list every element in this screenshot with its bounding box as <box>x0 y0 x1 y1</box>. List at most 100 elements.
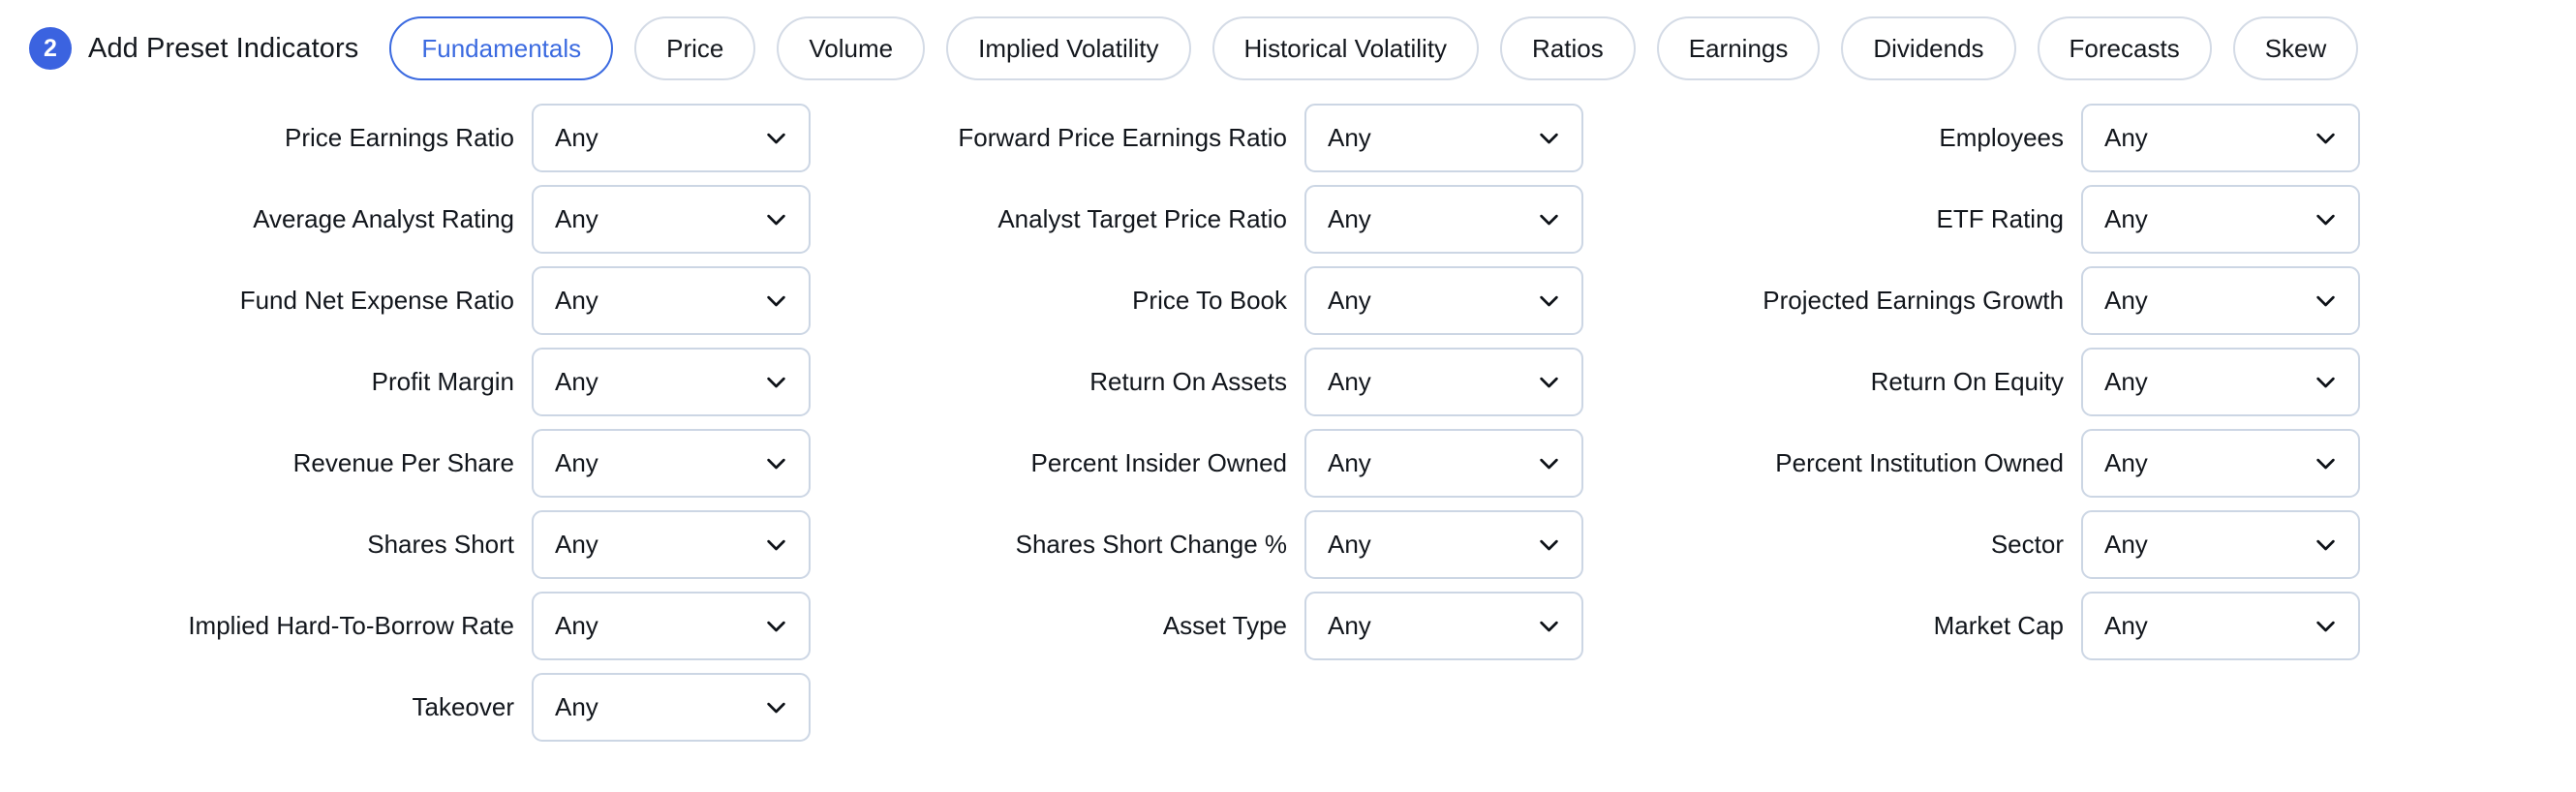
filter-row-analyst-target-price-ratio: Analyst Target Price Ratio Any <box>811 178 1583 259</box>
tab-implied-volatility[interactable]: Implied Volatility <box>946 16 1191 80</box>
chevron-down-icon <box>763 369 789 395</box>
tab-label: Volume <box>809 33 894 63</box>
tab-label: Fundamentals <box>421 33 582 63</box>
filter-select-value-price-to-book: Any <box>1328 286 1371 315</box>
filter-row-employees: Employees Any <box>1583 97 2360 178</box>
filter-row-forward-price-earnings-ratio: Forward Price Earnings Ratio Any <box>811 97 1583 178</box>
filter-label-implied-hard-to-borrow-rate: Implied Hard-To-Borrow Rate <box>188 611 514 640</box>
filter-label-return-on-equity: Return On Equity <box>1870 367 2064 396</box>
filter-column-3: Employees Any ETF Rating Any Projected E… <box>1583 97 2360 747</box>
chevron-down-icon <box>1536 613 1562 639</box>
chevron-down-icon <box>763 613 789 639</box>
filter-label-profit-margin: Profit Margin <box>371 367 514 396</box>
filter-label-return-on-assets: Return On Assets <box>1089 367 1287 396</box>
chevron-down-icon <box>2313 450 2339 476</box>
filter-row-projected-earnings-growth: Projected Earnings Growth Any <box>1583 259 2360 341</box>
filter-select-average-analyst-rating[interactable]: Any <box>532 184 811 254</box>
filter-label-asset-type: Asset Type <box>1162 611 1287 640</box>
filter-select-value-analyst-target-price-ratio: Any <box>1328 204 1371 233</box>
filter-row-percent-insider-owned: Percent Insider Owned Any <box>811 422 1583 503</box>
step-header: 2 Add Preset Indicators Fundamentals Pri… <box>0 0 2576 97</box>
filter-row-return-on-assets: Return On Assets Any <box>811 341 1583 422</box>
tab-forecasts[interactable]: Forecasts <box>2037 16 2212 80</box>
tab-skew[interactable]: Skew <box>2232 16 2359 80</box>
filter-label-shares-short: Shares Short <box>367 530 514 559</box>
filter-row-price-to-book: Price To Book Any <box>811 259 1583 341</box>
filter-select-value-employees: Any <box>2104 123 2148 152</box>
filter-row-profit-margin: Profit Margin Any <box>0 341 811 422</box>
filter-select-projected-earnings-growth[interactable]: Any <box>2081 265 2360 335</box>
filter-row-revenue-per-share: Revenue Per Share Any <box>0 422 811 503</box>
chevron-down-icon <box>763 125 789 151</box>
chevron-down-icon <box>2313 125 2339 151</box>
filter-select-takeover[interactable]: Any <box>532 672 811 742</box>
filter-label-average-analyst-rating: Average Analyst Rating <box>253 204 514 233</box>
filter-row-takeover: Takeover Any <box>0 666 811 747</box>
filter-select-value-shares-short-change: Any <box>1328 530 1371 559</box>
filter-select-analyst-target-price-ratio[interactable]: Any <box>1304 184 1583 254</box>
filter-label-takeover: Takeover <box>412 692 515 721</box>
filter-select-value-etf-rating: Any <box>2104 204 2148 233</box>
filter-label-percent-insider-owned: Percent Insider Owned <box>1030 448 1287 477</box>
filter-label-fund-net-expense-ratio: Fund Net Expense Ratio <box>239 286 514 315</box>
tab-historical-volatility[interactable]: Historical Volatility <box>1211 16 1480 80</box>
chevron-down-icon <box>1536 369 1562 395</box>
filter-select-sector[interactable]: Any <box>2081 509 2360 579</box>
filter-select-percent-insider-owned[interactable]: Any <box>1304 428 1583 498</box>
filter-select-employees[interactable]: Any <box>2081 103 2360 172</box>
step-number-badge: 2 <box>29 27 72 70</box>
tab-fundamentals[interactable]: Fundamentals <box>389 16 614 80</box>
filter-select-etf-rating[interactable]: Any <box>2081 184 2360 254</box>
filter-select-shares-short-change[interactable]: Any <box>1304 509 1583 579</box>
chevron-down-icon <box>1536 450 1562 476</box>
tab-price[interactable]: Price <box>634 16 756 80</box>
filter-row-shares-short: Shares Short Any <box>0 503 811 585</box>
tab-dividends[interactable]: Dividends <box>1841 16 2016 80</box>
filter-select-forward-price-earnings-ratio[interactable]: Any <box>1304 103 1583 172</box>
filter-label-revenue-per-share: Revenue Per Share <box>292 448 514 477</box>
filter-row-etf-rating: ETF Rating Any <box>1583 178 2360 259</box>
filter-select-value-percent-institution-owned: Any <box>2104 448 2148 477</box>
filter-label-employees: Employees <box>1939 123 2064 152</box>
filter-select-percent-institution-owned[interactable]: Any <box>2081 428 2360 498</box>
tab-label: Forecasts <box>2069 33 2180 63</box>
filter-label-price-earnings-ratio: Price Earnings Ratio <box>285 123 514 152</box>
filter-select-value-price-earnings-ratio: Any <box>555 123 598 152</box>
filter-row-market-cap: Market Cap Any <box>1583 585 2360 666</box>
filter-label-projected-earnings-growth: Projected Earnings Growth <box>1763 286 2064 315</box>
filter-select-revenue-per-share[interactable]: Any <box>532 428 811 498</box>
filter-select-shares-short[interactable]: Any <box>532 509 811 579</box>
tab-label: Dividends <box>1873 33 1984 63</box>
filter-select-market-cap[interactable]: Any <box>2081 591 2360 660</box>
filter-select-value-takeover: Any <box>555 692 598 721</box>
filter-column-2: Forward Price Earnings Ratio Any Analyst… <box>811 97 1583 747</box>
chevron-down-icon <box>763 450 789 476</box>
filter-select-value-implied-hard-to-borrow-rate: Any <box>555 611 598 640</box>
filter-select-return-on-assets[interactable]: Any <box>1304 347 1583 416</box>
filter-label-shares-short-change: Shares Short Change % <box>1015 530 1287 559</box>
filter-select-implied-hard-to-borrow-rate[interactable]: Any <box>532 591 811 660</box>
chevron-down-icon <box>2313 532 2339 558</box>
filter-select-value-profit-margin: Any <box>555 367 598 396</box>
filter-select-value-average-analyst-rating: Any <box>555 204 598 233</box>
filter-select-profit-margin[interactable]: Any <box>532 347 811 416</box>
tab-volume[interactable]: Volume <box>777 16 926 80</box>
filter-select-value-market-cap: Any <box>2104 611 2148 640</box>
filter-label-price-to-book: Price To Book <box>1132 286 1287 315</box>
tab-earnings[interactable]: Earnings <box>1656 16 1821 80</box>
filter-select-value-projected-earnings-growth: Any <box>2104 286 2148 315</box>
filter-select-price-earnings-ratio[interactable]: Any <box>532 103 811 172</box>
filter-label-sector: Sector <box>1990 530 2064 559</box>
tab-label: Earnings <box>1688 33 1789 63</box>
filter-column-1: Price Earnings Ratio Any Average Analyst… <box>0 97 811 747</box>
filter-select-return-on-equity[interactable]: Any <box>2081 347 2360 416</box>
filter-select-price-to-book[interactable]: Any <box>1304 265 1583 335</box>
filter-row-price-earnings-ratio: Price Earnings Ratio Any <box>0 97 811 178</box>
tab-label: Implied Volatility <box>978 33 1159 63</box>
filter-row-sector: Sector Any <box>1583 503 2360 585</box>
tab-ratios[interactable]: Ratios <box>1500 16 1636 80</box>
filter-select-fund-net-expense-ratio[interactable]: Any <box>532 265 811 335</box>
tab-label: Ratios <box>1532 33 1604 63</box>
filter-select-value-shares-short: Any <box>555 530 598 559</box>
filter-select-asset-type[interactable]: Any <box>1304 591 1583 660</box>
